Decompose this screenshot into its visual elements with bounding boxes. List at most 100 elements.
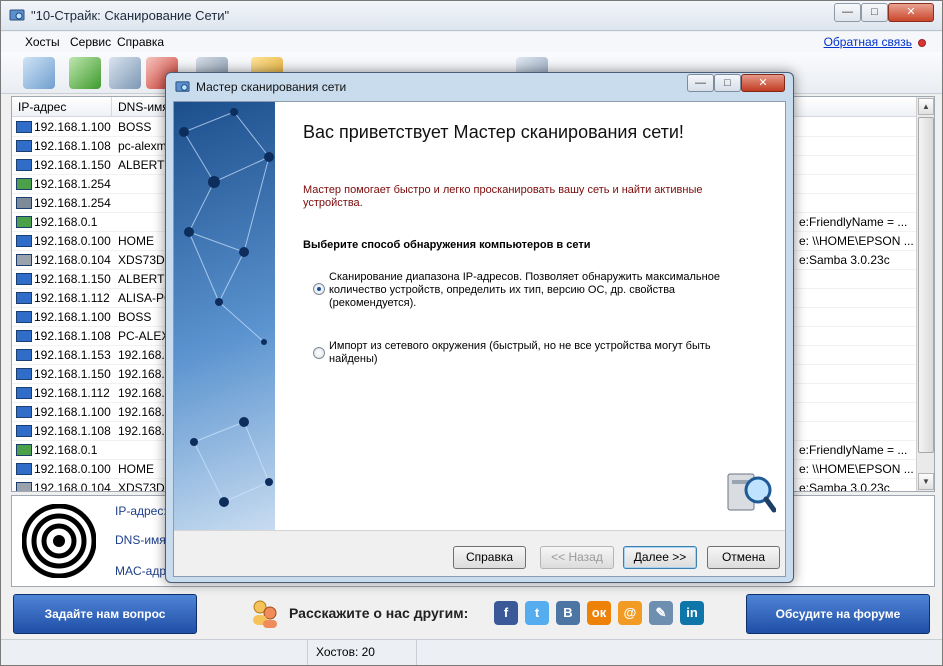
wizard-intro: Мастер помогает быстро и легко просканир… [303,184,703,209]
server-icon [16,482,32,491]
wizard-body: Вас приветствует Мастер сканирования сет… [173,101,786,577]
wizard-cancel-button[interactable]: Отмена [707,546,780,569]
wizard-heading: Вас приветствует Мастер сканирования сет… [303,122,684,142]
cell-ip: 192.168.1.108 [34,329,111,343]
feedback-link[interactable]: Обратная связь [824,35,912,49]
column-ip[interactable]: IP-адрес [18,100,66,114]
add-host-icon[interactable] [69,57,101,89]
bottom-bar: Задайте нам вопрос Расскажите о нас друг… [1,591,942,639]
menu-help[interactable]: Справка [117,35,164,49]
facebook-icon[interactable]: f [494,601,518,625]
edit-host-icon[interactable] [109,57,141,89]
router-icon [16,444,32,456]
cell-ip: 192.168.1.108 [34,139,111,153]
hosts-count: Хостов: 20 [316,645,375,659]
wizard-maximize-button[interactable]: □ [714,74,741,92]
close-button[interactable]: ✕ [888,3,934,22]
forum-button[interactable]: Обсудите на форуме [746,594,930,634]
computer-icon [16,349,32,361]
cell-ip: 192.168.1.112 [34,291,110,305]
scan-wizard-dialog: Мастер сканирования сети — □ ✕ Вас приве… [165,72,794,583]
feedback-indicator-icon [918,39,926,47]
scanner-monitor-icon [727,473,776,513]
wizard-close-button[interactable]: ✕ [741,74,785,92]
cell-info: e:FriendlyName = ... [799,443,908,457]
scroll-thumb[interactable] [918,117,934,453]
cell-dns: pc-alexm [118,139,167,153]
computer-icon [16,330,32,342]
cell-dns: HOME [118,462,154,476]
scan-network-icon[interactable] [23,57,55,89]
cell-info: e:Samba 3.0.23c [799,253,890,267]
scroll-down-icon[interactable]: ▼ [918,473,934,490]
mailru-icon[interactable]: @ [618,601,642,625]
cell-ip: 192.168.0.100 [34,462,111,476]
vertical-scrollbar[interactable]: ▲ ▼ [916,97,934,491]
linkedin-icon[interactable]: in [680,601,704,625]
cell-info: e:Samba 3.0.23c [799,481,890,492]
option-ip-range-label[interactable]: Сканирование диапазона IP-адресов. Позво… [329,271,739,310]
livejournal-icon[interactable]: ✎ [649,601,673,625]
app-icon [9,9,25,21]
window-title: "10-Страйк: Сканирование Сети" [31,8,230,23]
cell-dns: ALBERT [118,272,165,286]
column-dns[interactable]: DNS-имя [118,100,169,114]
computer-icon [16,273,32,285]
cell-ip: 192.168.1.254 [34,177,111,191]
cell-dns: 192.168.1 [118,348,170,362]
computer-icon [16,159,32,171]
twitter-icon[interactable]: t [525,601,549,625]
vkontakte-icon[interactable]: В [556,601,580,625]
wizard-app-icon [175,81,190,92]
wizard-next-button[interactable]: Далее >> [623,546,697,569]
cell-dns: ALBERT [118,158,165,172]
cell-dns: BOSS [118,120,152,134]
menu-hosts[interactable]: Хосты [25,35,60,49]
cell-ip: 192.168.0.100 [34,234,111,248]
network-sphere-icon [179,108,274,507]
detail-dns-label: DNS-имя: [115,533,170,547]
switch-icon [16,197,32,209]
cell-dns: BOSS [118,310,152,324]
cell-ip: 192.168.0.1 [34,443,98,457]
router-icon [16,178,32,190]
cell-ip: 192.168.1.153 [34,348,111,362]
option-network-import-radio[interactable] [313,347,325,359]
cell-ip: 192.168.1.150 [34,158,111,172]
people-icon [253,600,277,628]
cell-ip: 192.168.1.150 [34,272,111,286]
wizard-help-button[interactable]: Справка [453,546,526,569]
option-ip-range-radio[interactable] [313,283,325,295]
cell-ip: 192.168.1.100 [34,310,111,324]
computer-icon [16,121,32,133]
status-bar: Хостов: 20 [1,639,942,665]
menu-service[interactable]: Сервис [70,35,111,49]
computer-icon [16,406,32,418]
cell-info: e: \\HOME\EPSON ... [799,462,914,476]
odnoklassniki-icon[interactable]: ок [587,601,611,625]
option-network-import-label[interactable]: Импорт из сетевого окружения (быстрый, н… [329,340,739,366]
wizard-back-button[interactable]: << Назад [540,546,614,569]
title-bar: "10-Страйк: Сканирование Сети" — □ ✕ [1,1,942,31]
computer-icon [16,235,32,247]
minimize-button[interactable]: — [834,3,861,22]
scroll-up-icon[interactable]: ▲ [918,98,934,115]
cell-dns: 192.168.1 [118,424,170,438]
target-logo-icon [22,504,96,578]
cell-info: e:FriendlyName = ... [799,215,908,229]
wizard-question: Выберите способ обнаружения компьютеров … [303,239,591,251]
maximize-button[interactable]: □ [861,3,888,22]
column-separator[interactable] [111,97,112,117]
computer-icon [16,292,32,304]
ask-question-button[interactable]: Задайте нам вопрос [13,594,197,634]
wizard-footer: Справка << Назад Далее >> Отмена [174,530,785,576]
wizard-title: Мастер сканирования сети [196,80,347,94]
network-banner-image [174,102,275,530]
cell-ip: 192.168.0.104 [34,253,111,267]
computer-icon [16,311,32,323]
cell-ip: 192.168.1.100 [34,120,111,134]
computer-icon [16,368,32,380]
cell-dns: PC-ALEX [118,329,170,343]
wizard-minimize-button[interactable]: — [687,74,714,92]
wizard-content: Вас приветствует Мастер сканирования сет… [275,102,785,530]
